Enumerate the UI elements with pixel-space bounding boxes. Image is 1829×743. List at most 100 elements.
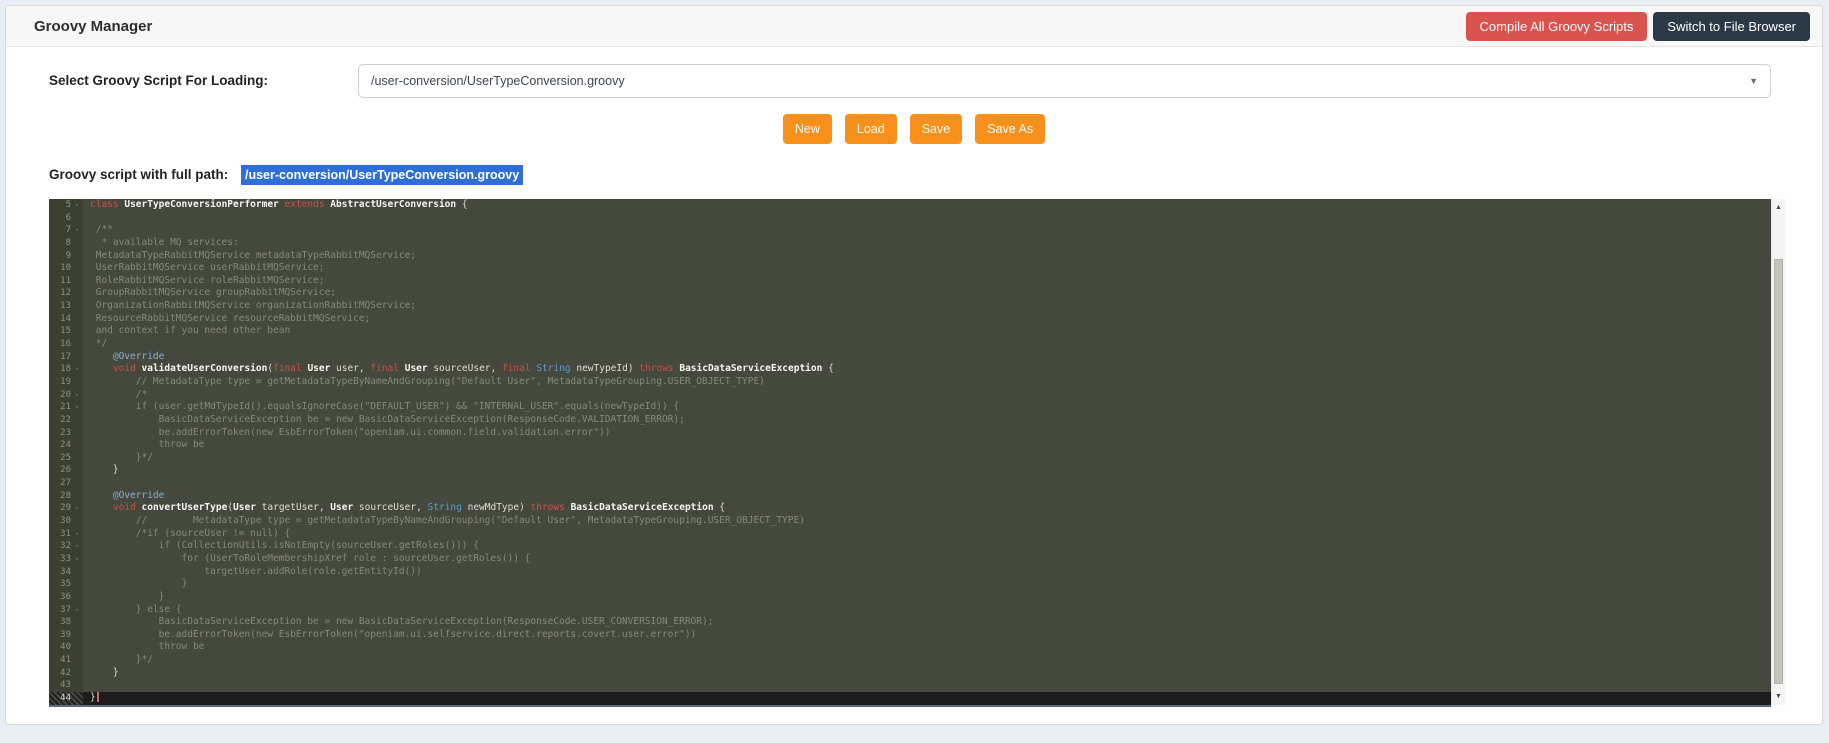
code-line[interactable]: 19 // MetadataType type = getMetadataTyp… bbox=[49, 376, 1771, 389]
code-line-text[interactable]: throw be bbox=[83, 439, 1771, 452]
code-line[interactable]: 17 @Override bbox=[49, 351, 1771, 364]
code-line-text[interactable]: and context if you need other bean bbox=[83, 325, 1771, 338]
code-line[interactable]: 38 BasicDataServiceException be = new Ba… bbox=[49, 616, 1771, 629]
scroll-up-icon[interactable]: ▲ bbox=[1772, 201, 1785, 214]
code-line-text[interactable]: @Override bbox=[83, 490, 1771, 503]
code-line-text[interactable]: BasicDataServiceException be = new Basic… bbox=[83, 414, 1771, 427]
code-line[interactable]: 12 GroupRabbitMQService groupRabbitMQSer… bbox=[49, 287, 1771, 300]
code-line-text[interactable]: */ bbox=[83, 338, 1771, 351]
code-line-text[interactable]: // MetadataType type = getMetadataTypeBy… bbox=[83, 515, 1771, 528]
code-line[interactable]: 26 } bbox=[49, 464, 1771, 477]
scroll-down-icon[interactable]: ▼ bbox=[1772, 690, 1785, 703]
code-line-text[interactable]: UserRabbitMQService userRabbitMQService; bbox=[83, 262, 1771, 275]
code-line-text[interactable]: GroupRabbitMQService groupRabbitMQServic… bbox=[83, 287, 1771, 300]
code-line-text[interactable]: if (user.getMdTypeId().equalsIgnoreCase(… bbox=[83, 401, 1771, 414]
fold-toggle-icon[interactable]: ▾ bbox=[71, 363, 83, 376]
code-line-text[interactable]: } bbox=[83, 692, 1771, 705]
code-line[interactable]: 25 }*/ bbox=[49, 452, 1771, 465]
code-line-text[interactable]: MetadataTypeRabbitMQService metadataType… bbox=[83, 250, 1771, 263]
load-button[interactable]: Load bbox=[845, 114, 897, 144]
code-line-text[interactable]: void convertUserType(User targetUser, Us… bbox=[83, 502, 1771, 515]
code-line[interactable]: 13 OrganizationRabbitMQService organizat… bbox=[49, 300, 1771, 313]
code-line[interactable]: 39 be.addErrorToken(new EsbErrorToken("o… bbox=[49, 629, 1771, 642]
code-line[interactable]: 8 * available MQ services: bbox=[49, 237, 1771, 250]
fold-toggle-icon[interactable]: ▾ bbox=[71, 401, 83, 414]
code-line[interactable]: 21▾ if (user.getMdTypeId().equalsIgnoreC… bbox=[49, 401, 1771, 414]
code-editor[interactable]: 5▾class UserTypeConversionPerformer exte… bbox=[49, 199, 1771, 707]
code-line-text[interactable]: // MetadataType type = getMetadataTypeBy… bbox=[83, 376, 1771, 389]
code-line[interactable]: 14 ResourceRabbitMQService resourceRabbi… bbox=[49, 313, 1771, 326]
code-line[interactable]: 37▾ } else { bbox=[49, 604, 1771, 617]
code-line[interactable]: 9 MetadataTypeRabbitMQService metadataTy… bbox=[49, 250, 1771, 263]
code-line[interactable]: 40 throw be bbox=[49, 641, 1771, 654]
fold-toggle-icon[interactable]: ▾ bbox=[71, 502, 83, 515]
code-line[interactable]: 31▾ /*if (sourceUser != null) { bbox=[49, 528, 1771, 541]
code-line[interactable]: 28 @Override bbox=[49, 490, 1771, 503]
code-line[interactable]: 27 bbox=[49, 477, 1771, 490]
code-line[interactable]: 44} bbox=[49, 692, 1771, 705]
code-line-text[interactable]: * available MQ services: bbox=[83, 237, 1771, 250]
fold-toggle-icon[interactable]: ▾ bbox=[71, 604, 83, 617]
code-line-text[interactable]: be.addErrorToken(new EsbErrorToken("open… bbox=[83, 427, 1771, 440]
code-line-text[interactable]: } else { bbox=[83, 604, 1771, 617]
code-line-text[interactable] bbox=[83, 212, 1771, 225]
code-line[interactable]: 35 } bbox=[49, 578, 1771, 591]
code-line[interactable]: 33▾ for (UserToRoleMembershipXref role :… bbox=[49, 553, 1771, 566]
code-line[interactable]: 43 bbox=[49, 679, 1771, 692]
fold-toggle-icon[interactable]: ▾ bbox=[71, 553, 83, 566]
code-line[interactable]: 5▾class UserTypeConversionPerformer exte… bbox=[49, 199, 1771, 212]
script-select-dropdown[interactable]: /user-conversion/UserTypeConversion.groo… bbox=[358, 64, 1771, 98]
code-line[interactable]: 36 } bbox=[49, 591, 1771, 604]
code-line-text[interactable]: for (UserToRoleMembershipXref role : sou… bbox=[83, 553, 1771, 566]
code-line[interactable]: 24 throw be bbox=[49, 439, 1771, 452]
save-as-button[interactable]: Save As bbox=[975, 114, 1045, 144]
code-line-text[interactable]: BasicDataServiceException be = new Basic… bbox=[83, 616, 1771, 629]
code-line[interactable]: 22 BasicDataServiceException be = new Ba… bbox=[49, 414, 1771, 427]
code-line-text[interactable]: if (CollectionUtils.isNotEmpty(sourceUse… bbox=[83, 540, 1771, 553]
code-line-text[interactable]: @Override bbox=[83, 351, 1771, 364]
code-line-text[interactable]: RoleRabbitMQService roleRabbitMQService; bbox=[83, 275, 1771, 288]
code-line[interactable]: 11 RoleRabbitMQService roleRabbitMQServi… bbox=[49, 275, 1771, 288]
editor-vertical-scrollbar[interactable]: ▲ ▼ bbox=[1771, 199, 1785, 705]
code-line-text[interactable]: throw be bbox=[83, 641, 1771, 654]
code-line[interactable]: 16 */ bbox=[49, 338, 1771, 351]
new-button[interactable]: New bbox=[783, 114, 832, 144]
code-line[interactable]: 18▾ void validateUserConversion(final Us… bbox=[49, 363, 1771, 376]
code-line-text[interactable]: /** bbox=[83, 224, 1771, 237]
code-line[interactable]: 10 UserRabbitMQService userRabbitMQServi… bbox=[49, 262, 1771, 275]
code-line-text[interactable]: /* bbox=[83, 389, 1771, 402]
code-line[interactable]: 7▾ /** bbox=[49, 224, 1771, 237]
save-button[interactable]: Save bbox=[910, 114, 963, 144]
code-line-text[interactable]: }*/ bbox=[83, 654, 1771, 667]
compile-all-scripts-button[interactable]: Compile All Groovy Scripts bbox=[1466, 12, 1648, 41]
code-line-text[interactable]: }*/ bbox=[83, 452, 1771, 465]
code-line-text[interactable]: } bbox=[83, 464, 1771, 477]
code-line[interactable]: 23 be.addErrorToken(new EsbErrorToken("o… bbox=[49, 427, 1771, 440]
code-line[interactable]: 29▾ void convertUserType(User targetUser… bbox=[49, 502, 1771, 515]
code-line[interactable]: 41 }*/ bbox=[49, 654, 1771, 667]
fold-toggle-icon[interactable]: ▾ bbox=[71, 199, 83, 212]
code-line[interactable]: 20▾ /* bbox=[49, 389, 1771, 402]
code-line-text[interactable] bbox=[83, 679, 1771, 692]
switch-to-file-browser-button[interactable]: Switch to File Browser bbox=[1653, 12, 1810, 41]
code-line-text[interactable]: void validateUserConversion(final User u… bbox=[83, 363, 1771, 376]
code-line-text[interactable]: class UserTypeConversionPerformer extend… bbox=[83, 199, 1771, 212]
fold-toggle-icon[interactable]: ▾ bbox=[71, 540, 83, 553]
code-line-text[interactable]: OrganizationRabbitMQService organization… bbox=[83, 300, 1771, 313]
code-line[interactable]: 6 bbox=[49, 212, 1771, 225]
code-line-text[interactable]: } bbox=[83, 667, 1771, 680]
code-line-text[interactable]: } bbox=[83, 578, 1771, 591]
code-line-text[interactable]: } bbox=[83, 591, 1771, 604]
code-line[interactable]: 34 targetUser.addRole(role.getEntityId()… bbox=[49, 566, 1771, 579]
scrollbar-thumb[interactable] bbox=[1774, 259, 1783, 684]
fold-toggle-icon[interactable]: ▾ bbox=[71, 528, 83, 541]
code-line[interactable]: 30 // MetadataType type = getMetadataTyp… bbox=[49, 515, 1771, 528]
code-line-text[interactable]: be.addErrorToken(new EsbErrorToken("open… bbox=[83, 629, 1771, 642]
code-line-text[interactable]: /*if (sourceUser != null) { bbox=[83, 528, 1771, 541]
fold-toggle-icon[interactable]: ▾ bbox=[71, 224, 83, 237]
code-line-text[interactable]: targetUser.addRole(role.getEntityId()) bbox=[83, 566, 1771, 579]
code-line-text[interactable] bbox=[83, 477, 1771, 490]
code-line[interactable]: 15 and context if you need other bean bbox=[49, 325, 1771, 338]
code-line[interactable]: 32▾ if (CollectionUtils.isNotEmpty(sourc… bbox=[49, 540, 1771, 553]
fold-toggle-icon[interactable]: ▾ bbox=[71, 389, 83, 402]
